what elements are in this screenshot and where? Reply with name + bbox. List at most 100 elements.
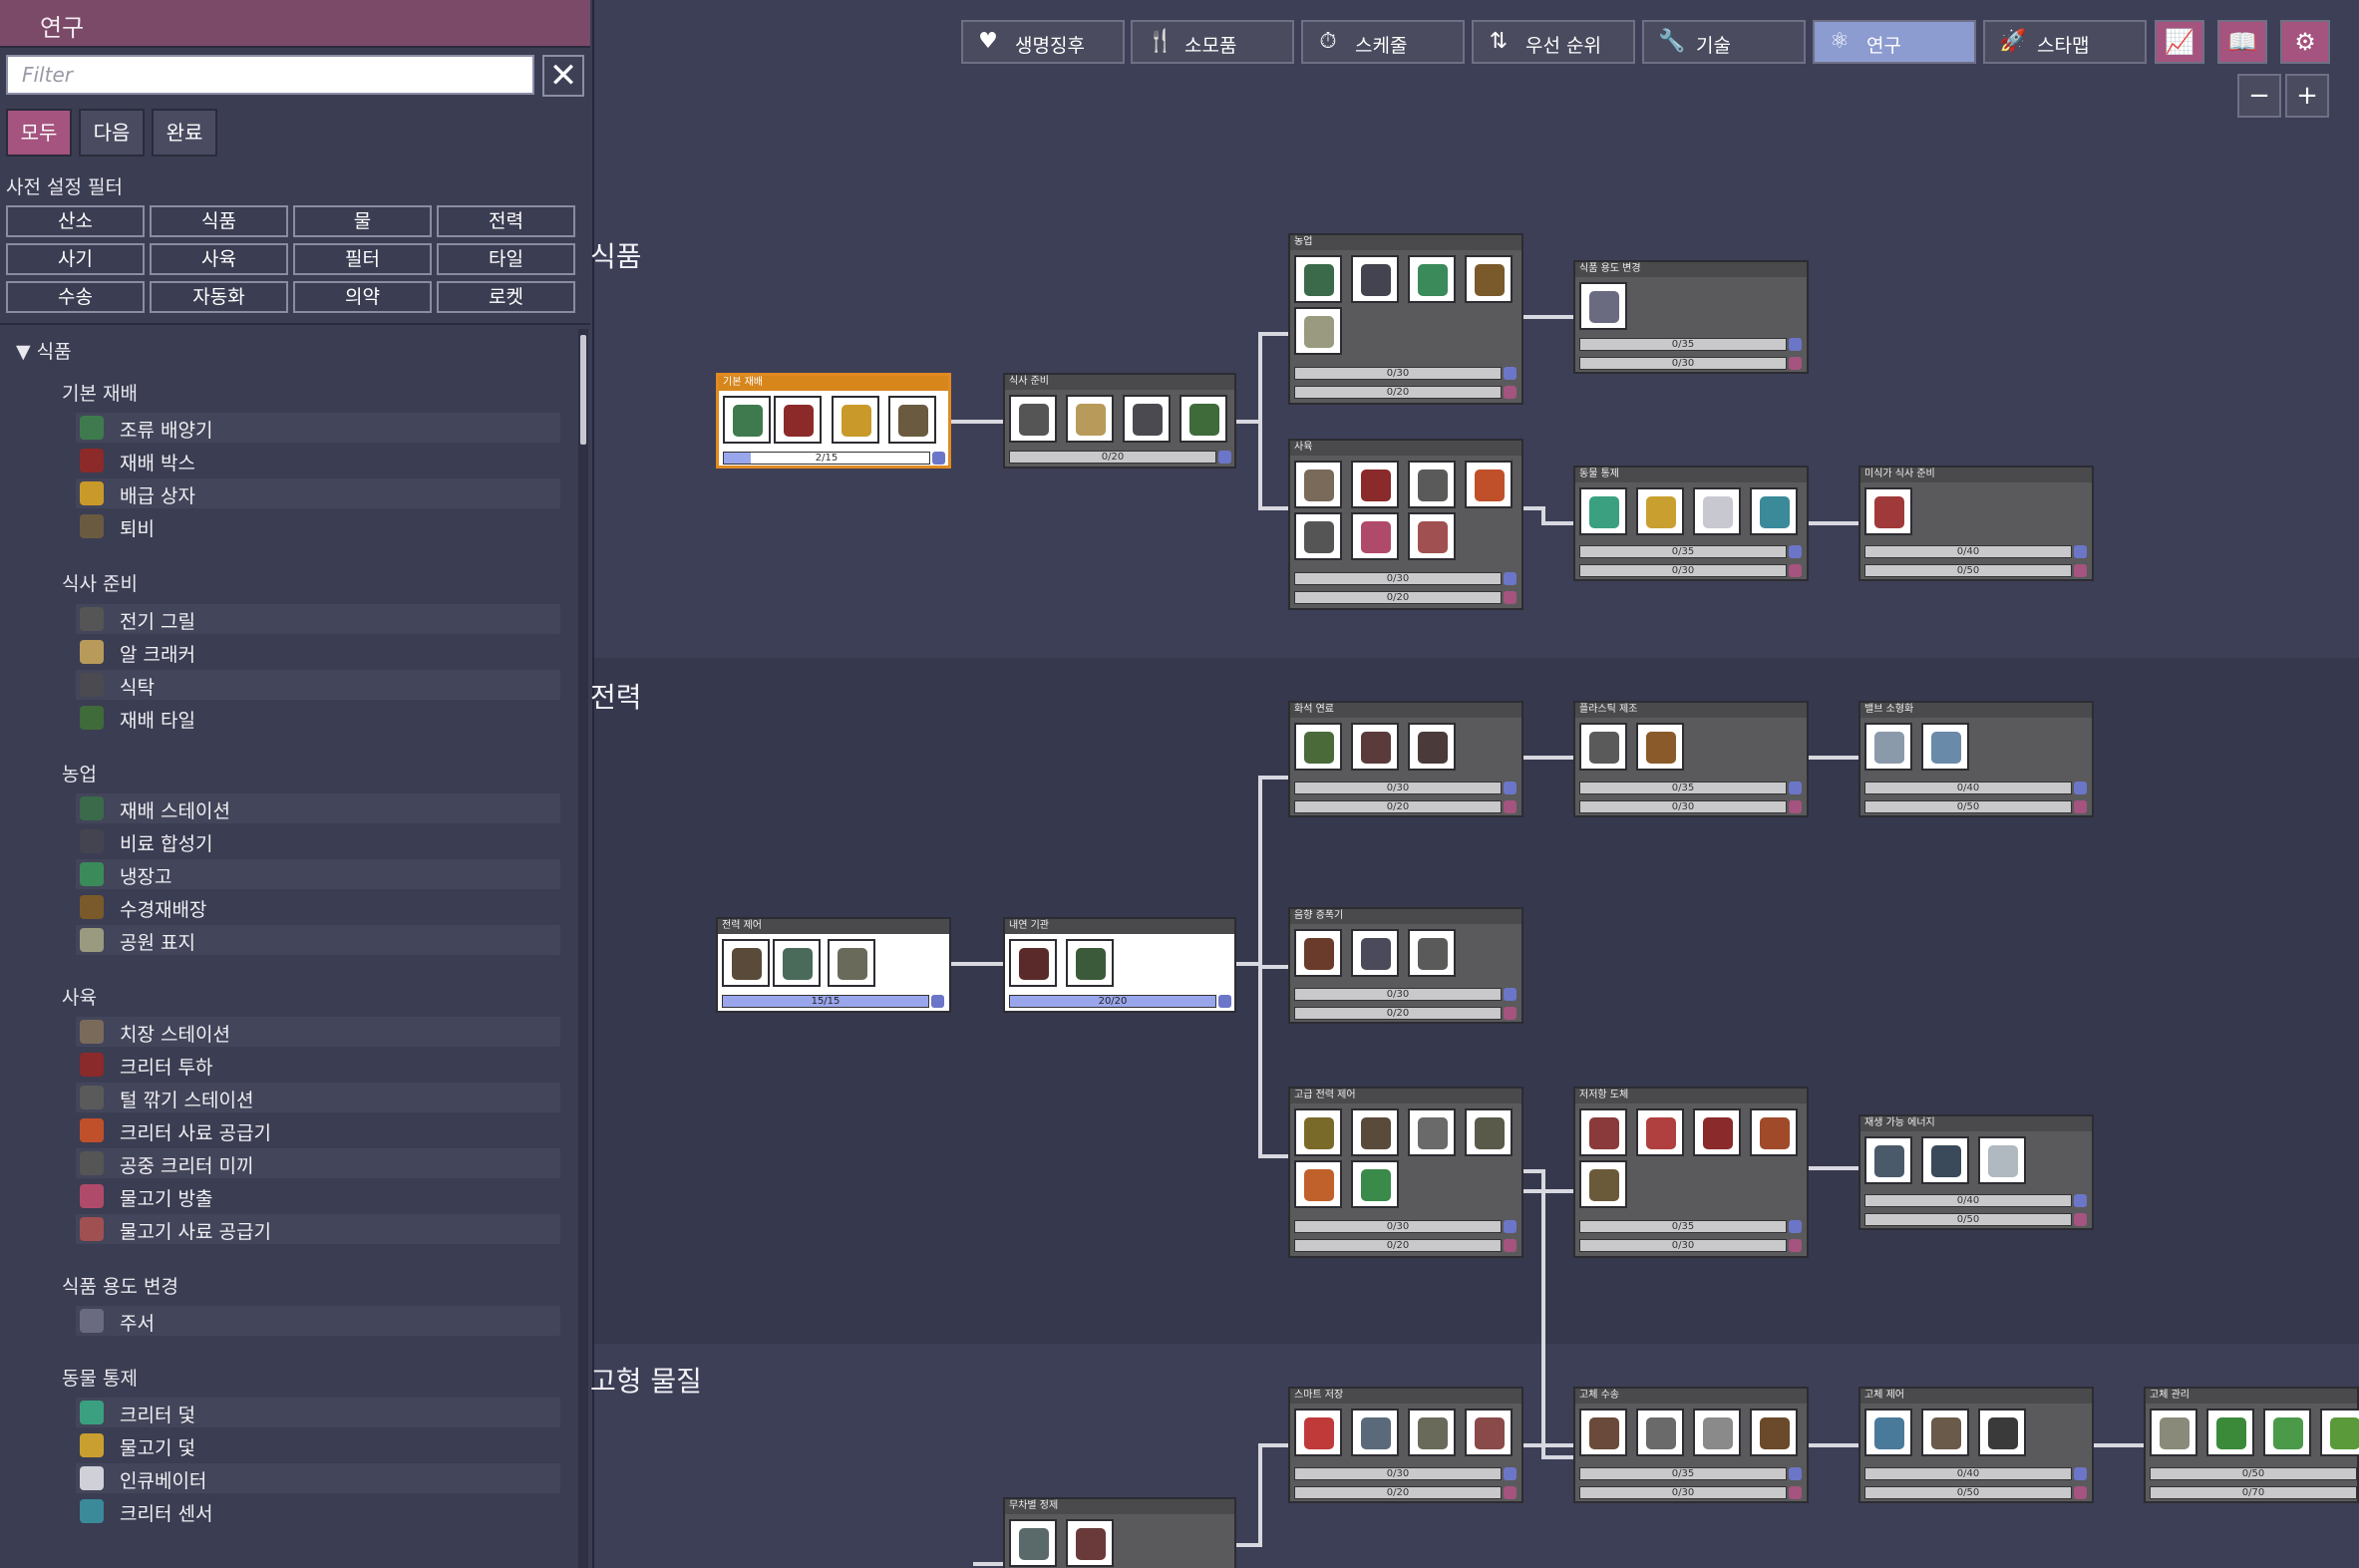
research-bar-advanced: 0/20 [1294, 386, 1502, 399]
tech-node-gourmet-meal-preparation[interactable]: 미식가 식사 준비 0/40 0/50 [1858, 466, 2094, 581]
kiln-icon [1066, 1519, 1114, 1567]
incubator-icon [1693, 487, 1741, 535]
refrigerator-icon [1408, 255, 1456, 303]
research-bar-basic: 0/30 [1294, 1467, 1502, 1480]
research-bar-basic: 0/35 [1579, 545, 1787, 558]
research-point-icon [1789, 1467, 1802, 1480]
electric-grill-icon [1009, 395, 1057, 443]
conductive-wire-icon [1579, 1108, 1627, 1156]
research-point-icon [1504, 1486, 1516, 1499]
research-point-icon [1504, 1239, 1516, 1252]
rocket-icon: 🚀 [1999, 29, 2027, 54]
critter-drop-off-icon [1351, 461, 1399, 508]
tab-starmap[interactable]: 🚀 스타맵 [1983, 20, 2147, 64]
tech-node-valve-miniaturization[interactable]: 밸브 소형화 0/40 0/50 [1858, 701, 2094, 817]
codex-button[interactable]: 📖 [2217, 20, 2267, 64]
zoom-in-icon: + [2296, 81, 2318, 111]
oil-well-icon [1408, 723, 1456, 771]
power-transformer-icon [773, 939, 821, 987]
conductive-joint-plate-icon [1750, 1108, 1798, 1156]
critter-sensor-icon [1750, 487, 1798, 535]
egg-cracker-icon [1066, 395, 1114, 443]
research-point-icon [1218, 451, 1231, 464]
research-bar-advanced: 0/50 [1864, 1486, 2072, 1499]
tech-node-low-resistance-conductors[interactable]: 저저항 도체 0/35 0/30 [1573, 1087, 1809, 1258]
conveyor-shutoff-icon [1294, 1409, 1342, 1456]
glass-forge-icon [1636, 723, 1684, 771]
tab-consumables[interactable]: 🍴 소모품 [1131, 20, 1294, 64]
tech-node-smart-storage[interactable]: 스마트 저장 0/30 0/20 [1288, 1387, 1523, 1503]
research-bar-advanced: 0/20 [1294, 1486, 1502, 1499]
tech-node-food-repurposing[interactable]: 식품 용도 변경 0/35 0/30 [1573, 260, 1809, 374]
research-progress-bar: 0/20 [1009, 451, 1216, 464]
zoom-out-icon: − [2248, 81, 2270, 111]
tab-research[interactable]: ⚛ 연구 [1813, 20, 1976, 64]
research-bar-advanced: 0/20 [1294, 591, 1502, 604]
fish-release-icon [1351, 512, 1399, 560]
large-transformer-icon [1351, 1108, 1399, 1156]
research-point-icon [2074, 1486, 2087, 1499]
tech-node-power-regulation[interactable]: 전력 제어 15/15 [716, 917, 951, 1013]
research-point-icon [1789, 1220, 1802, 1233]
research-point-icon [1504, 800, 1516, 813]
tech-node-meal-preparation[interactable]: 식사 준비 0/20 [1003, 373, 1236, 469]
tech-node-brute-force-refinement[interactable]: 무차별 정제 [1003, 1497, 1236, 1568]
research-point-icon [1504, 1467, 1516, 1480]
petroleum-generator-icon [1351, 723, 1399, 771]
heart-icon: ♥ [978, 29, 998, 54]
research-bar-advanced: 0/50 [1864, 800, 2072, 813]
conveyor-receptacle-icon [1750, 1409, 1798, 1456]
tech-node-solid-control[interactable]: 고체 제어 0/40 0/50 [1858, 1387, 2094, 1503]
research-bar-advanced: 0/50 [1864, 564, 2072, 577]
tech-node-renewable-energy[interactable]: 재생 가능 에너지 0/40 0/50 [1858, 1114, 2094, 1230]
research-point-icon [1789, 338, 1802, 351]
tech-node-basic-farming[interactable]: 기본 재배 2/15 [716, 373, 951, 469]
gas-valve-icon [1351, 1409, 1399, 1456]
tech-node-animal-control[interactable]: 동물 통제 0/35 0/30 [1573, 466, 1809, 581]
report-button[interactable]: 📈 [2155, 20, 2204, 64]
tech-node-internal-combustion[interactable]: 내연 기관 20/20 [1003, 917, 1236, 1013]
zoom-in-button[interactable]: + [2285, 74, 2329, 118]
research-point-icon [2074, 1213, 2087, 1226]
research-point-icon [1789, 564, 1802, 577]
research-point-icon [1504, 1220, 1516, 1233]
farm-station-icon [1294, 255, 1342, 303]
fish-trap-icon [1636, 487, 1684, 535]
research-bar-basic: 0/40 [1864, 782, 2072, 794]
tab-schedule[interactable]: ⏱ 스케줄 [1301, 20, 1465, 64]
compost-icon [888, 396, 936, 444]
smart-battery-icon [1351, 1160, 1399, 1208]
fish-feeder-icon [1408, 512, 1456, 560]
research-point-icon [2074, 564, 2087, 577]
hamster-wheel-icon [1294, 1160, 1342, 1208]
research-bar-basic: 0/30 [1294, 782, 1502, 794]
solid-filter-icon [1864, 1409, 1912, 1456]
tab-skills[interactable]: 🔧 기술 [1642, 20, 1806, 64]
oil-refinery-icon [1294, 723, 1342, 771]
tab-priorities[interactable]: ⇅ 우선 순위 [1472, 20, 1635, 64]
tech-node-sound-amplifiers[interactable]: 음향 증폭기 0/30 0/20 [1288, 907, 1523, 1024]
tech-node-solid-transport[interactable]: 고체 수송 0/35 0/30 [1573, 1387, 1809, 1503]
tech-node-advanced-power-regulation[interactable]: 고급 전력 제어 0/30 0/20 [1288, 1087, 1523, 1258]
research-point-icon [1789, 1239, 1802, 1252]
grooming-station-icon [1294, 461, 1342, 508]
research-bar-advanced: 0/30 [1579, 1486, 1787, 1499]
research-point-icon [1789, 800, 1802, 813]
heavy-watt-wire-icon [1294, 1108, 1342, 1156]
solar-panel-icon [1921, 1136, 1969, 1184]
tech-node-plastic-manufacturing[interactable]: 플라스틱 제조 0/35 0/30 [1573, 701, 1809, 817]
tech-node-agriculture[interactable]: 농업 0/30 0/20 [1288, 233, 1523, 405]
research-point-icon [932, 452, 945, 465]
zoom-out-button[interactable]: − [2237, 74, 2281, 118]
atom-icon: ⚛ [1830, 29, 1850, 54]
settings-button[interactable]: ⚙ [2280, 20, 2330, 64]
coal-generator-icon [1009, 939, 1057, 987]
park-sign-icon [1294, 307, 1342, 355]
tech-node-fossil-fuels[interactable]: 화석 연료 0/30 0/20 [1288, 701, 1523, 817]
research-bar-advanced: 0/70 [2150, 1486, 2357, 1499]
research-bar-advanced: 0/20 [1294, 800, 1502, 813]
tech-node-solid-management[interactable]: 고체 관리 0/50 0/70 [2144, 1387, 2359, 1503]
tab-vitals[interactable]: ♥ 생명징후 [961, 20, 1125, 64]
shearing-station-icon [1408, 461, 1456, 508]
tech-node-ranching[interactable]: 사육 0/30 0/20 [1288, 439, 1523, 610]
